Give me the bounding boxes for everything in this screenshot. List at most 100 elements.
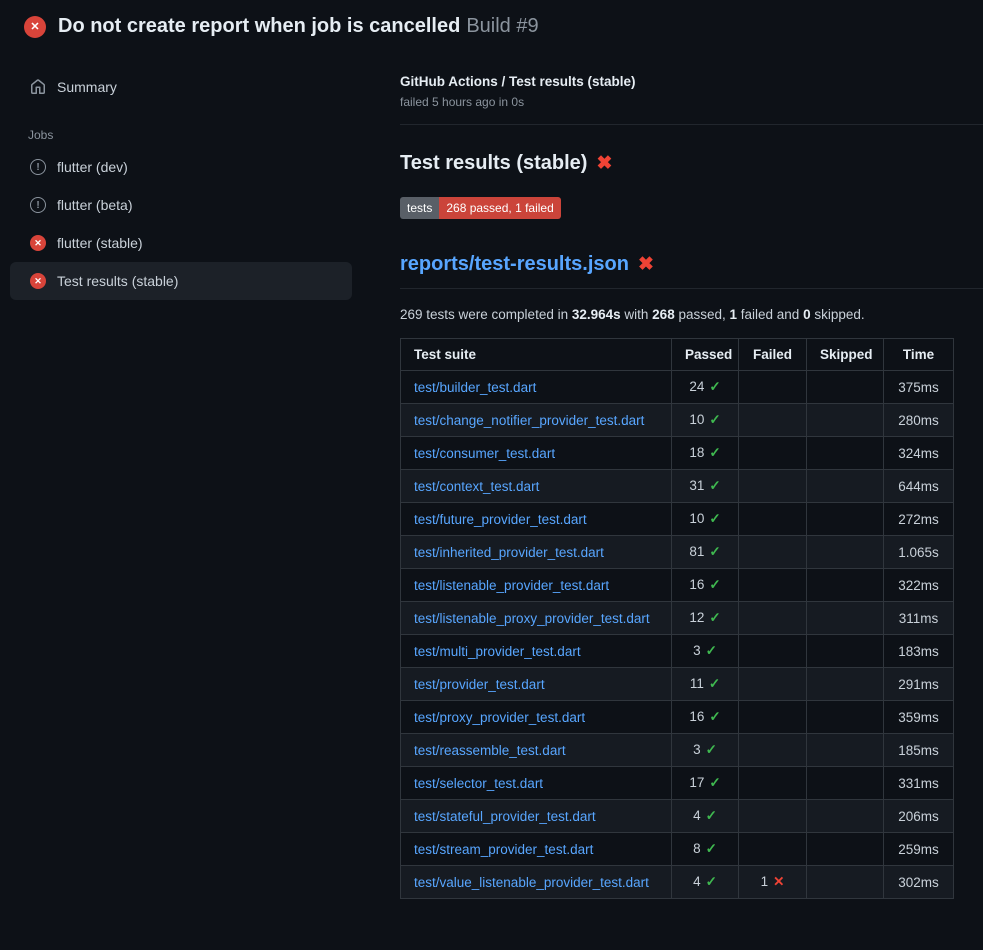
time-cell: 185ms	[884, 734, 954, 767]
skipped-cell	[807, 701, 884, 734]
test-suite-link[interactable]: test/stateful_provider_test.dart	[414, 809, 596, 824]
sidebar-item-test-results-stable[interactable]: ✕ Test results (stable)	[10, 262, 352, 300]
suite-cell: test/future_provider_test.dart	[401, 503, 672, 536]
test-suite-link[interactable]: test/selector_test.dart	[414, 776, 543, 791]
report-title: reports/test-results.json ✖	[400, 253, 983, 289]
suite-cell: test/context_test.dart	[401, 470, 672, 503]
table-header-row: Test suite Passed Failed Skipped Time	[401, 339, 954, 371]
check-icon: ✓	[706, 643, 717, 658]
tests-badge: tests 268 passed, 1 failed	[400, 197, 561, 219]
table-row: test/stream_provider_test.dart8✓259ms	[401, 833, 954, 866]
suite-cell: test/proxy_provider_test.dart	[401, 701, 672, 734]
count-value: 31	[689, 478, 704, 493]
failed-cell	[739, 767, 807, 800]
suite-cell: test/listenable_proxy_provider_test.dart	[401, 602, 672, 635]
failed-icon: ✕	[30, 235, 46, 251]
suite-cell: test/multi_provider_test.dart	[401, 635, 672, 668]
suite-cell: test/stateful_provider_test.dart	[401, 800, 672, 833]
test-suite-link[interactable]: test/consumer_test.dart	[414, 446, 555, 461]
failed-cell	[739, 734, 807, 767]
time-cell: 183ms	[884, 635, 954, 668]
failed-cell	[739, 371, 807, 404]
skipped-cell	[807, 833, 884, 866]
count-value: 16	[689, 709, 704, 724]
table-row: test/change_notifier_provider_test.dart 1…	[401, 404, 954, 437]
table-row: test/multi_provider_test.dart3✓183ms	[401, 635, 954, 668]
passed-cell: 10✓	[672, 404, 739, 437]
test-suite-link[interactable]: test/future_provider_test.dart	[414, 512, 587, 527]
time-cell: 302ms	[884, 866, 954, 899]
summary-skipped-count: 0	[803, 307, 811, 322]
count-value: 11	[690, 676, 704, 691]
failed-cell	[739, 404, 807, 437]
summary-failed-count: 1	[730, 307, 738, 322]
sidebar-item-flutter-beta[interactable]: ! flutter (beta)	[10, 186, 352, 224]
home-icon	[30, 79, 46, 95]
test-suite-link[interactable]: test/listenable_provider_test.dart	[414, 578, 609, 593]
test-suite-link[interactable]: test/inherited_provider_test.dart	[414, 545, 604, 560]
passed-cell: 24 ✓	[672, 371, 739, 404]
count-value: 1	[761, 874, 769, 889]
table-row: test/context_test.dart 31✓ 644ms	[401, 470, 954, 503]
failed-icon: ✕	[30, 273, 46, 289]
sidebar-item-label: flutter (stable)	[57, 235, 143, 251]
check-icon: ✓	[706, 874, 717, 889]
test-suite-link[interactable]: test/builder_test.dart	[414, 380, 536, 395]
sidebar-item-flutter-dev[interactable]: ! flutter (dev)	[10, 148, 352, 186]
sidebar-item-flutter-stable[interactable]: ✕ flutter (stable)	[10, 224, 352, 262]
summary-text: 269 tests were completed in	[400, 307, 572, 322]
failed-cell	[739, 668, 807, 701]
skipped-cell	[807, 437, 884, 470]
failed-cell: 1✕	[739, 866, 807, 899]
check-icon: ✓	[709, 379, 720, 394]
sidebar-item-label: flutter (beta)	[57, 197, 132, 213]
count-value: 3	[693, 643, 701, 658]
passed-cell: 3✓	[672, 635, 739, 668]
badge-value: 268 passed, 1 failed	[439, 197, 560, 219]
passed-cell: 18✓	[672, 437, 739, 470]
skipped-cell	[807, 800, 884, 833]
suite-cell: test/selector_test.dart	[401, 767, 672, 800]
sidebar-item-summary[interactable]: Summary	[10, 68, 352, 106]
summary-duration: 32.964s	[572, 307, 621, 322]
test-suite-link[interactable]: test/multi_provider_test.dart	[414, 644, 581, 659]
column-header-passed: Passed	[672, 339, 739, 371]
passed-cell: 11✓	[672, 668, 739, 701]
page-header: ✕ Do not create report when job is cance…	[0, 0, 983, 50]
test-suite-link[interactable]: test/change_notifier_provider_test.dart	[414, 413, 644, 428]
time-cell: 644ms	[884, 470, 954, 503]
failed-cell	[739, 569, 807, 602]
summary-text: with	[621, 307, 653, 322]
time-cell: 331ms	[884, 767, 954, 800]
summary-text: skipped.	[811, 307, 865, 322]
main-content: GitHub Actions / Test results (stable) f…	[400, 50, 983, 899]
failed-cell	[739, 701, 807, 734]
passed-cell: 16✓	[672, 701, 739, 734]
count-value: 3	[693, 742, 701, 757]
sidebar-item-label: Summary	[57, 79, 117, 95]
sidebar: Summary Jobs ! flutter (dev) ! flutter (…	[0, 50, 400, 300]
test-suite-link[interactable]: test/reassemble_test.dart	[414, 743, 566, 758]
test-suite-link[interactable]: test/stream_provider_test.dart	[414, 842, 593, 857]
test-suite-link[interactable]: test/proxy_provider_test.dart	[414, 710, 585, 725]
report-file-link[interactable]: reports/test-results.json	[400, 253, 629, 276]
results-table-body: test/builder_test.dart24✓375mstest/chang…	[401, 371, 954, 899]
check-icon: ✓	[706, 808, 717, 823]
passed-cell: 31✓	[672, 470, 739, 503]
test-suite-link[interactable]: test/listenable_proxy_provider_test.dart	[414, 611, 650, 626]
sidebar-item-label: Test results (stable)	[57, 273, 178, 289]
check-icon: ✓	[709, 775, 720, 790]
time-cell: 1.065s	[884, 536, 954, 569]
check-icon: ✓	[709, 412, 720, 427]
time-cell: 280ms	[884, 404, 954, 437]
test-suite-link[interactable]: test/provider_test.dart	[414, 677, 545, 692]
test-suite-link[interactable]: test/context_test.dart	[414, 479, 539, 494]
test-suite-link[interactable]: test/value_listenable_provider_test.dart	[414, 875, 649, 890]
breadcrumb: GitHub Actions / Test results (stable)	[400, 74, 983, 89]
time-cell: 259ms	[884, 833, 954, 866]
count-value: 4	[693, 808, 701, 823]
passed-cell: 4✓	[672, 800, 739, 833]
page-title: Do not create report when job is cancell…	[58, 15, 539, 38]
count-value: 24	[689, 379, 704, 394]
failed-cell	[739, 602, 807, 635]
